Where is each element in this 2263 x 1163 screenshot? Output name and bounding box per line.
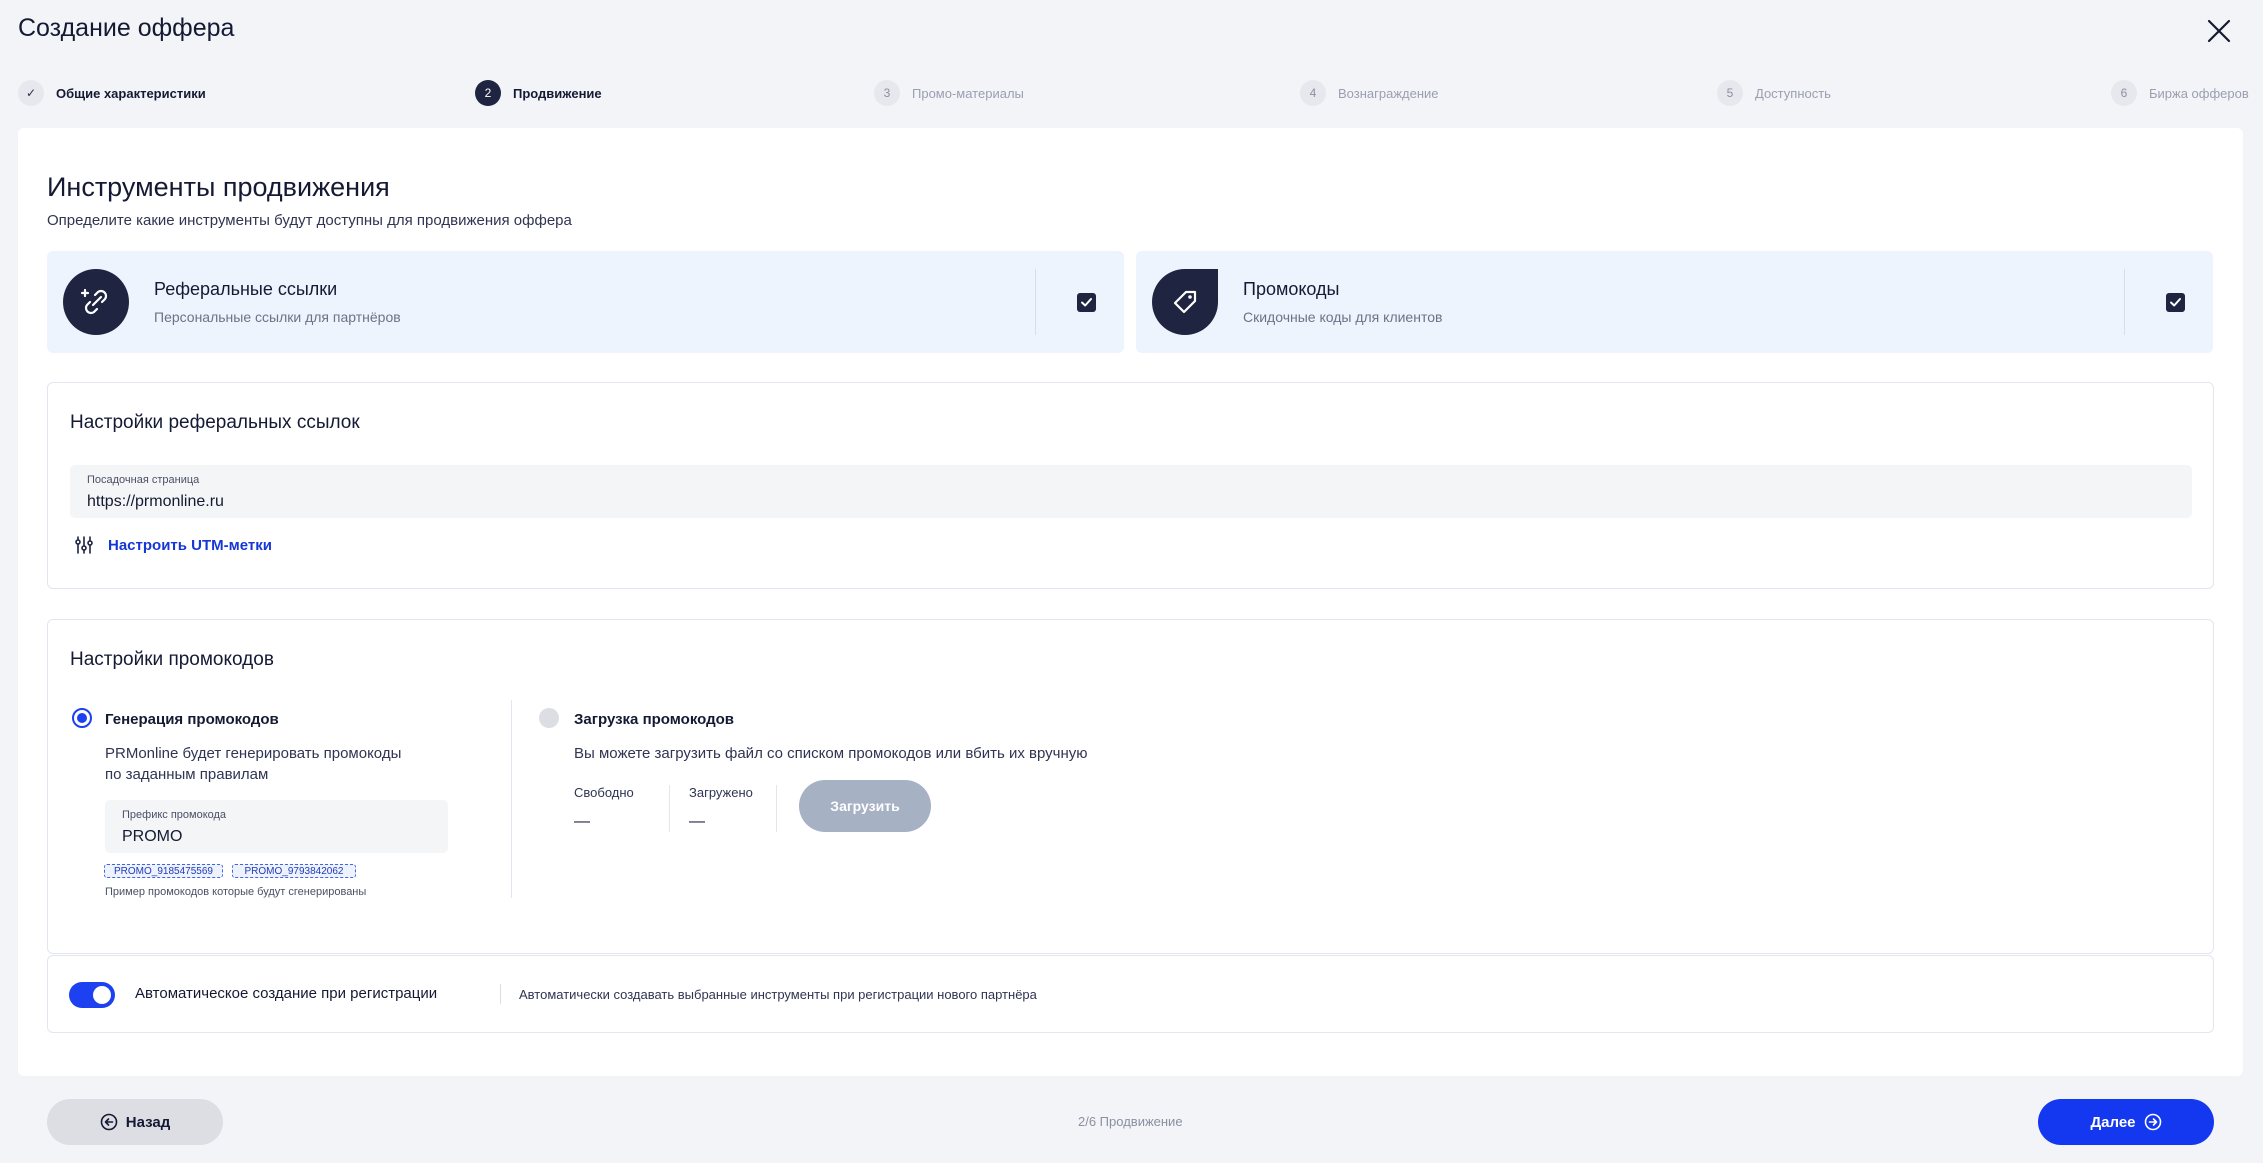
close-icon — [2207, 19, 2231, 43]
divider — [1035, 269, 1036, 335]
step-promo-materials[interactable]: 3 Промо-материалы — [874, 80, 1024, 106]
step-label: Биржа офферов — [2149, 85, 2249, 101]
close-button[interactable] — [2204, 16, 2234, 46]
auto-create-desc: Автоматически создавать выбранные инстру… — [519, 987, 1037, 1002]
panel-title: Настройки промокодов — [70, 649, 274, 670]
tool-name: Промокоды — [1243, 279, 1340, 299]
divider — [500, 984, 501, 1004]
promocodes-checkbox[interactable] — [2166, 293, 2185, 312]
tool-card-referral[interactable]: Реферальные ссылки Персональные ссылки д… — [47, 251, 1124, 353]
step-label: Промо-материалы — [912, 85, 1024, 101]
sliders-icon — [75, 536, 93, 554]
section-subtitle: Определите какие инструменты будут досту… — [47, 212, 572, 229]
step-number: 6 — [2111, 80, 2137, 106]
upload-desc: Вы можете загрузить файл со списком пром… — [574, 745, 1088, 762]
tool-name: Реферальные ссылки — [154, 279, 338, 299]
check-icon — [2170, 298, 2181, 307]
step-label: Продвижение — [513, 85, 602, 101]
step-number: 3 — [874, 80, 900, 106]
field-label: Префикс промокода — [122, 809, 227, 821]
back-button[interactable]: Назад — [47, 1099, 223, 1145]
tool-desc: Персональные ссылки для партнёров — [154, 309, 401, 325]
upload-title: Загрузка промокодов — [574, 711, 734, 728]
step-promotion[interactable]: 2 Продвижение — [475, 80, 602, 106]
step-availability[interactable]: 5 Доступность — [1717, 80, 1831, 106]
main-card: Инструменты продвижения Определите какие… — [18, 128, 2243, 1076]
generate-desc-line2: по заданным правилам — [105, 766, 269, 783]
field-value[interactable]: PROMO — [122, 828, 182, 846]
promo-example-chip: PROMO_9793842062 — [232, 864, 356, 878]
promo-prefix-field[interactable]: Префикс промокода PROMO — [105, 800, 448, 853]
divider — [511, 700, 512, 898]
step-label: Вознаграждение — [1338, 85, 1439, 101]
step-status: 2/6 Продвижение — [1078, 1114, 1183, 1129]
auto-create-title: Автоматическое создание при регистрации — [135, 985, 438, 1002]
panel-title: Настройки реферальных ссылок — [70, 412, 360, 433]
back-label: Назад — [125, 1113, 171, 1131]
divider — [2124, 269, 2125, 335]
step-reward[interactable]: 4 Вознаграждение — [1300, 80, 1439, 106]
arrow-left-circle-icon — [100, 1113, 118, 1131]
step-number: 5 — [1717, 80, 1743, 106]
divider — [776, 785, 777, 832]
utm-link-label: Настроить UTM-метки — [108, 536, 272, 554]
next-label: Далее — [2090, 1113, 2136, 1131]
field-label: Посадочная страница — [87, 474, 200, 486]
tag-icon — [1152, 269, 1218, 335]
section-title: Инструменты продвижения — [47, 172, 390, 202]
upload-radio[interactable] — [539, 708, 559, 728]
auto-create-toggle[interactable] — [69, 982, 115, 1008]
generate-radio[interactable] — [72, 708, 92, 728]
field-value[interactable]: https://prmonline.ru — [87, 493, 224, 511]
step-label: Общие характеристики — [56, 85, 206, 101]
landing-page-field[interactable]: Посадочная страница https://prmonline.ru — [70, 465, 2192, 518]
referral-checkbox[interactable] — [1077, 293, 1096, 312]
utm-settings-link[interactable]: Настроить UTM-метки — [74, 535, 272, 555]
tool-card-promocodes[interactable]: Промокоды Скидочные коды для клиентов — [1136, 251, 2213, 353]
free-label: Свободно — [574, 785, 634, 800]
upload-button[interactable]: Загрузить — [799, 780, 931, 832]
step-general[interactable]: ✓ Общие характеристики — [18, 80, 206, 106]
step-label: Доступность — [1755, 85, 1831, 101]
divider — [669, 785, 670, 832]
check-icon — [1081, 298, 1092, 307]
auto-create-panel: Автоматическое создание при регистрации … — [47, 955, 2214, 1033]
link-icon — [63, 269, 129, 335]
loaded-label: Загружено — [689, 785, 753, 800]
promo-example-hint: Пример промокодов которые будут сгенерир… — [105, 886, 367, 898]
referral-settings-panel: Настройки реферальных ссылок Посадочная … — [47, 382, 2214, 589]
loaded-value: — — [689, 813, 705, 830]
page-title: Создание оффера — [18, 14, 235, 42]
step-number: 2 — [475, 80, 501, 106]
free-value: — — [574, 813, 590, 830]
tool-desc: Скидочные коды для клиентов — [1243, 309, 1443, 325]
promo-settings-panel: Настройки промокодов Генерация промокодо… — [47, 619, 2214, 954]
step-number: 4 — [1300, 80, 1326, 106]
next-button[interactable]: Далее — [2038, 1099, 2214, 1145]
arrow-right-circle-icon — [2144, 1113, 2161, 1131]
promo-example-chip: PROMO_9185475569 — [104, 864, 223, 878]
generate-desc-line1: PRMonline будет генерировать промокоды — [105, 745, 402, 762]
check-icon: ✓ — [18, 80, 44, 106]
generate-title: Генерация промокодов — [105, 711, 279, 728]
step-offer-exchange[interactable]: 6 Биржа офферов — [2111, 80, 2249, 106]
